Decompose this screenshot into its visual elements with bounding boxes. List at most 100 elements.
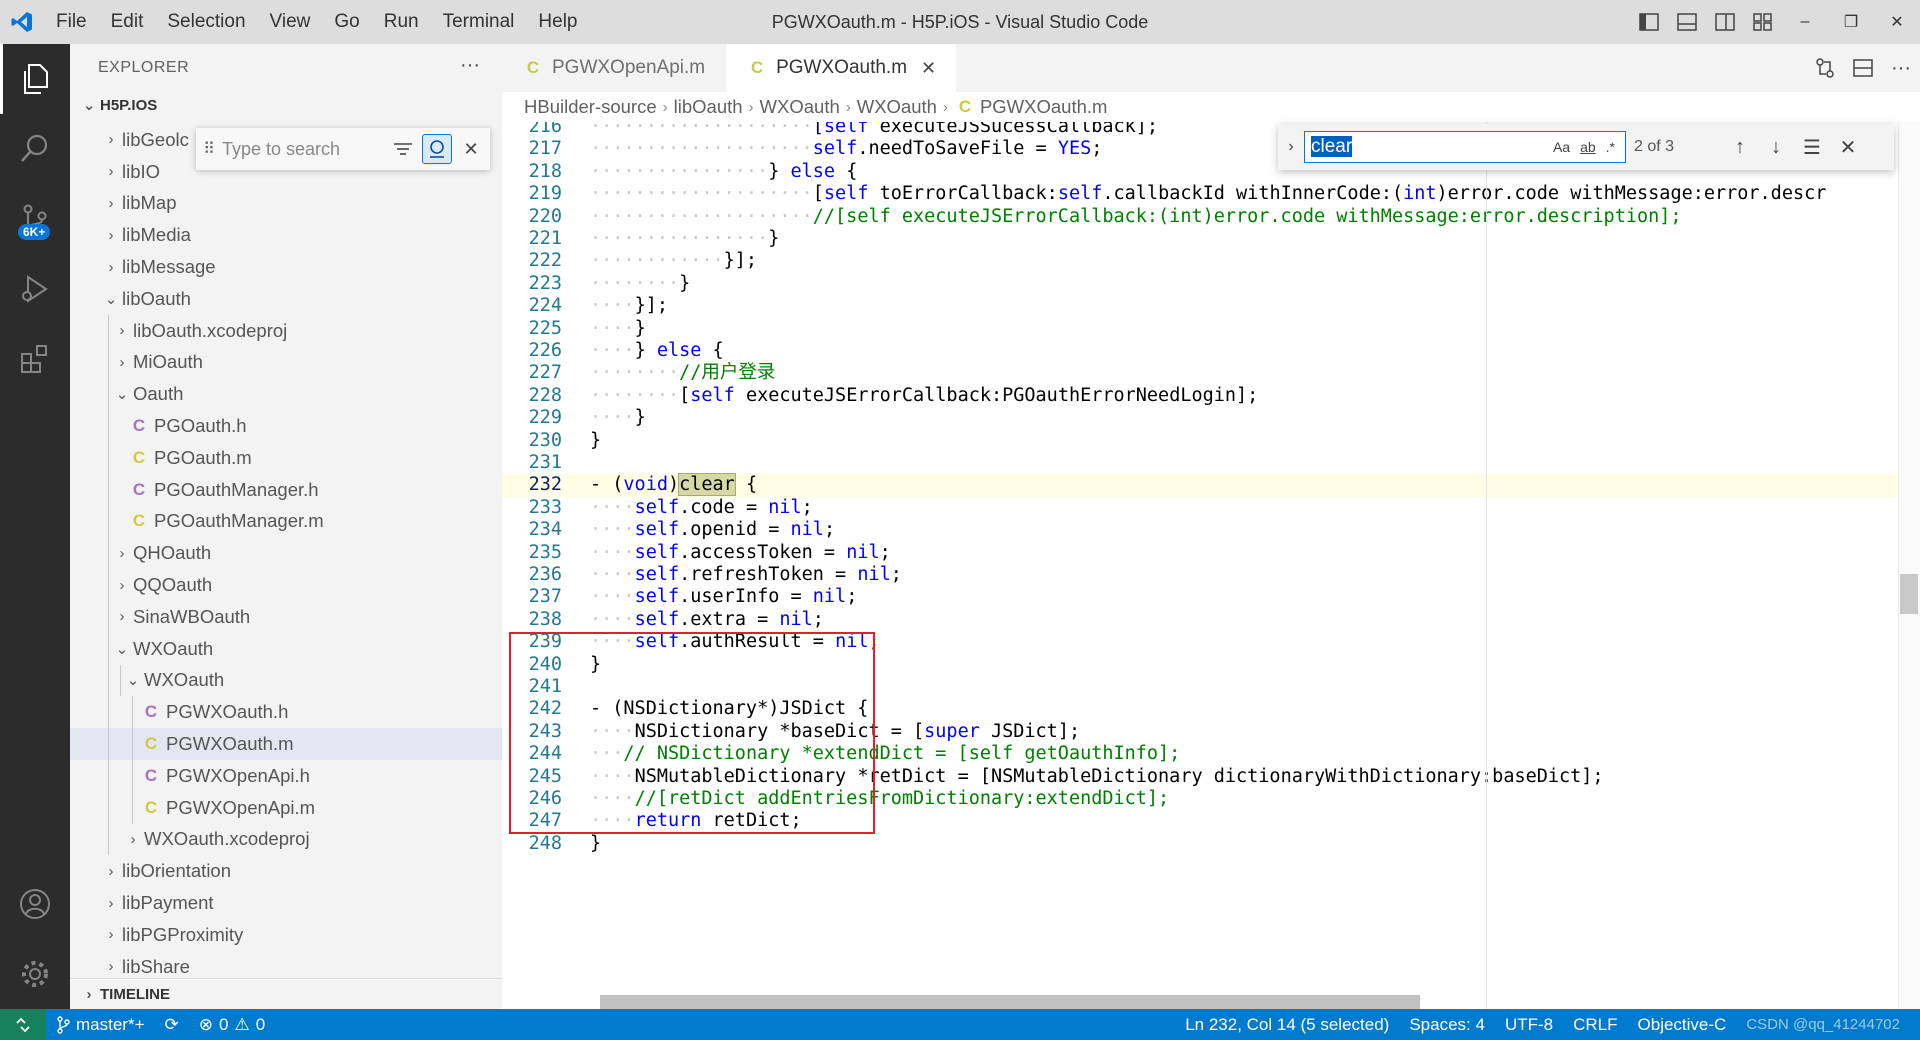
toggle-secondary-sidebar-icon[interactable]	[1706, 0, 1744, 44]
sidebar-more-actions[interactable]: ···	[460, 54, 480, 77]
tree-item-pgoauth-h[interactable]: C PGOauth.h	[70, 410, 502, 442]
toggle-sidebar-icon[interactable]	[1630, 0, 1668, 44]
code-line[interactable]: 235 ····self.accessToken = nil;	[502, 542, 1920, 564]
tree-item-mioauth[interactable]: › MiOauth	[70, 346, 502, 379]
close-icon[interactable]: ✕	[1830, 135, 1866, 160]
workspace-root[interactable]: ⌄ H5P.IOS	[70, 92, 502, 118]
code-line[interactable]: 225 ····}	[502, 318, 1920, 340]
remote-icon[interactable]	[0, 1009, 46, 1040]
menu-selection[interactable]: Selection	[155, 11, 257, 33]
code-line[interactable]: 246 ····//[retDict addEntriesFromDictiona…	[502, 788, 1920, 810]
minimize-button[interactable]: –	[1782, 0, 1828, 44]
tree-item-libpgproximity[interactable]: › libPGProximity	[70, 919, 502, 951]
encoding[interactable]: UTF-8	[1495, 1015, 1563, 1035]
code-line[interactable]: 224 ····}];	[502, 295, 1920, 317]
code-line[interactable]: 228 ········[self executeJSErrorCallback:…	[502, 385, 1920, 407]
code-line[interactable]: 219 ····················[self toErrorCall…	[502, 183, 1920, 205]
close-window-button[interactable]: ✕	[1874, 0, 1920, 44]
code-editor[interactable]: 248} 247 ····return retDict; 246 ····//[retD…	[502, 122, 1920, 1009]
more-actions-icon[interactable]: ···	[1882, 57, 1920, 80]
tree-item-oauth[interactable]: ⌄ Oauth	[70, 378, 502, 411]
find-input[interactable]: clear Aa ab .*	[1304, 131, 1626, 163]
code-line[interactable]: 227 ········//用户登录	[502, 362, 1920, 384]
tree-item-pgwxopenapi-h[interactable]: C PGWXOpenApi.h	[70, 759, 502, 792]
regex-icon[interactable]: .*	[1606, 139, 1615, 155]
close-tab-icon[interactable]: ✕	[921, 58, 936, 79]
code-line[interactable]: 242 - (NSDictionary*)JSDict {	[502, 698, 1920, 720]
code-line[interactable]: 230}	[502, 430, 1920, 452]
tree-item-wxoauth-xcodeproj[interactable]: › WXOauth.xcodeproj	[70, 823, 502, 856]
menu-help[interactable]: Help	[526, 11, 589, 33]
tree-item-wxoauth[interactable]: ⌄ WXOauth	[70, 632, 502, 665]
breadcrumb-item[interactable]: HBuilder-source	[524, 96, 657, 118]
drag-handle-icon[interactable]: ⠿	[196, 139, 222, 159]
code-line[interactable]: 221 ················}	[502, 228, 1920, 250]
code-line[interactable]: 232 - (void)clear {	[502, 473, 1920, 497]
tree-item-pgoauthmanager-h[interactable]: C PGOauthManager.h	[70, 473, 502, 506]
tree-item-wxoauth-folder[interactable]: ⌄ WXOauth	[70, 664, 502, 697]
timeline-section[interactable]: › TIMELINE	[70, 978, 502, 1009]
restore-button[interactable]: ❐	[1828, 0, 1874, 44]
code-line[interactable]: 231	[502, 452, 1920, 474]
menu-run[interactable]: Run	[372, 11, 431, 33]
explorer-search-input[interactable]: Type to search	[222, 139, 388, 160]
tree-item-pgoauthmanager-m[interactable]: C PGOauthManager.m	[70, 505, 502, 538]
line-ending[interactable]: CRLF	[1563, 1015, 1627, 1035]
code-line[interactable]: 237 ····self.userInfo = nil;	[502, 586, 1920, 608]
breadcrumb-item[interactable]: PGWXOauth.m	[980, 96, 1107, 118]
breadcrumb-item[interactable]: libOauth	[674, 96, 743, 118]
language-mode[interactable]: Objective-C	[1628, 1015, 1737, 1035]
horizontal-scrollbar[interactable]	[600, 995, 1420, 1009]
cursor-position[interactable]: Ln 232, Col 14 (5 selected)	[1175, 1015, 1399, 1035]
tree-item-liboauth-xcodeproj[interactable]: › libOauth.xcodeproj	[70, 314, 502, 347]
toggle-panel-icon[interactable]	[1668, 0, 1706, 44]
tree-item-libmessage[interactable]: › libMessage	[70, 251, 502, 283]
compare-changes-icon[interactable]	[1806, 57, 1844, 79]
sync-icon[interactable]: ⟳	[155, 1015, 189, 1035]
menu-file[interactable]: File	[44, 11, 99, 33]
code-line[interactable]: 226 ····} else {	[502, 340, 1920, 362]
tree-item-qqoauth[interactable]: › QQOauth	[70, 569, 502, 601]
tab-pgwxoauth-m[interactable]: C PGWXOauth.m ✕	[726, 44, 958, 92]
code-line[interactable]: 223 ········}	[502, 273, 1920, 295]
next-match-icon[interactable]: ↓	[1758, 136, 1794, 159]
code-line[interactable]: 245 ····NSMutableDictionary *retDict = [N…	[502, 766, 1920, 788]
previous-match-icon[interactable]: ↑	[1722, 136, 1758, 159]
tree-item-pgwxoauth-h[interactable]: C PGWXOauth.h	[70, 696, 502, 729]
filter-icon[interactable]	[388, 134, 418, 164]
whole-word-icon[interactable]: ab	[1580, 139, 1596, 155]
extensions-icon[interactable]	[0, 324, 70, 394]
menu-view[interactable]: View	[258, 11, 323, 33]
menu-edit[interactable]: Edit	[99, 11, 156, 33]
code-line[interactable]: 220 ····················//[self executeJS…	[502, 206, 1920, 228]
code-line[interactable]: 239 ····self.authResult = nil;	[502, 631, 1920, 653]
code-line[interactable]: 233 ····self.code = nil;	[502, 497, 1920, 519]
close-icon[interactable]: ✕	[456, 134, 486, 164]
run-debug-icon[interactable]	[0, 254, 70, 324]
tree-item-libpayment[interactable]: › libPayment	[70, 887, 502, 919]
tree-item-pgwxopenapi-m[interactable]: C PGWXOpenApi.m	[70, 791, 502, 824]
code-line[interactable]: 238 ····self.extra = nil;	[502, 609, 1920, 631]
toggle-replace-icon[interactable]: ›	[1278, 138, 1304, 156]
code-line[interactable]: 243 ····NSDictionary *baseDict = [super J…	[502, 721, 1920, 743]
code-line[interactable]: 247 ····return retDict;	[502, 810, 1920, 832]
problems-status[interactable]: ⊗ 0 ⚠ 0	[189, 1015, 275, 1035]
explorer-icon[interactable]	[0, 44, 70, 114]
menu-go[interactable]: Go	[322, 11, 371, 33]
settings-gear-icon[interactable]	[0, 939, 70, 1009]
tab-pgwxopenapi-m[interactable]: C PGWXOpenApi.m	[502, 44, 727, 92]
code-line[interactable]: 241	[502, 676, 1920, 698]
tree-item-qhoauth[interactable]: › QHOauth	[70, 537, 502, 570]
tree-item-libmap[interactable]: › libMap	[70, 188, 502, 220]
branch-status[interactable]: master*+	[46, 1015, 155, 1035]
source-control-icon[interactable]: 6K+	[0, 184, 70, 254]
match-case-icon[interactable]: Aa	[1553, 139, 1570, 155]
code-line[interactable]: 236 ····self.refreshToken = nil;	[502, 564, 1920, 586]
customize-layout-icon[interactable]	[1744, 0, 1782, 44]
tree-item-liboauth[interactable]: ⌄ libOauth	[70, 283, 502, 315]
code-line[interactable]: 234 ····self.openid = nil;	[502, 519, 1920, 541]
tree-item-pgoauth-m[interactable]: C PGOauth.m	[70, 441, 502, 474]
code-line[interactable]: 229 ····}	[502, 407, 1920, 429]
tree-item-pgwxoauth-m[interactable]: C PGWXOauth.m	[70, 728, 502, 760]
code-line[interactable]: 222 ············}];	[502, 250, 1920, 272]
